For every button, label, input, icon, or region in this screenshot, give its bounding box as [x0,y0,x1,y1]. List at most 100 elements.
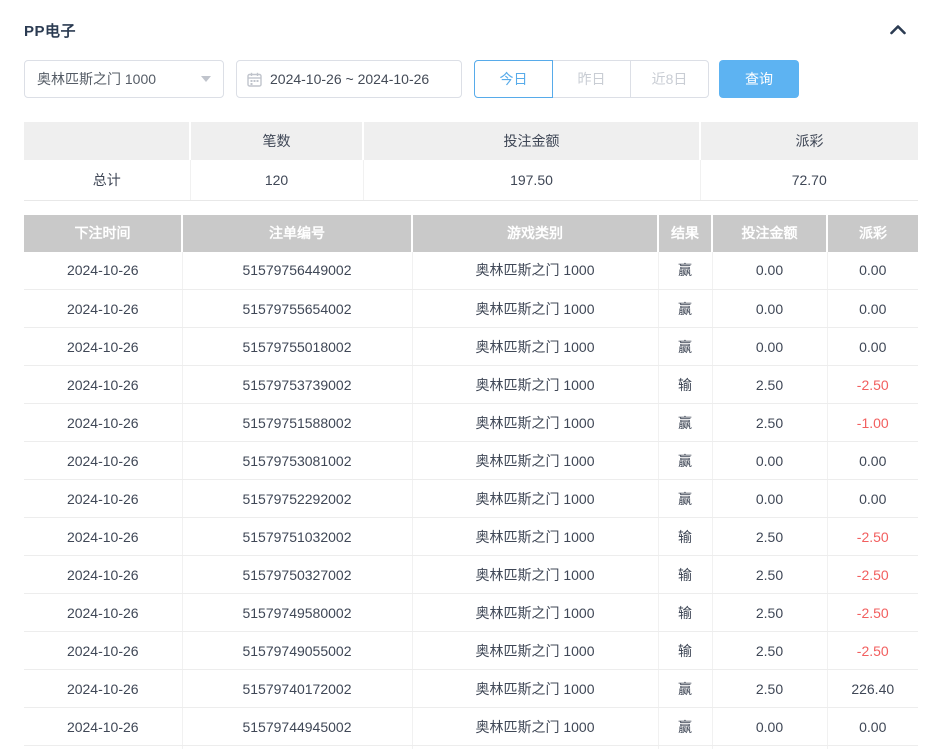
summary-header-blank [24,122,190,160]
table-cell: 奥林匹斯之门 1000 [411,403,658,442]
table-row: 2024-10-26 51579751588002 奥林匹斯之门 1000 赢 2.50… [24,403,918,442]
table-cell: 奥林匹斯之门 1000 [411,251,658,290]
table-cell: 0.00 [711,479,827,518]
summary-header-bet-amount: 投注金额 [362,122,700,160]
table-cell: 2024-10-26 [24,631,182,670]
table-cell: 226.40 [826,669,918,708]
collapse-button[interactable] [886,21,910,40]
table-cell: 2024-10-26 [24,669,182,708]
table-cell: 0.00 [711,251,827,290]
table-cell: 奥林匹斯之门 1000 [411,555,658,594]
summary-total-payout: 72.70 [699,160,918,201]
table-cell [181,745,412,749]
summary-total-label: 总计 [24,160,190,201]
table-row: 2024-10-26 51579756449002 奥林匹斯之门 1000 赢 0.00… [24,251,918,290]
panel-header: PP电子 [24,18,918,42]
records-header-game-category: 游戏类别 [411,214,658,252]
table-cell [657,745,712,749]
table-cell: 0.00 [826,327,918,366]
records-header-bet-amount: 投注金额 [711,214,827,252]
table-cell: 0.00 [826,441,918,480]
table-cell: 输 [657,517,712,556]
table-cell: 2024-10-26 [24,441,182,480]
table-cell: 2024-10-26 [24,593,182,632]
records-header-bet-time: 下注时间 [24,214,182,252]
table-cell: 2.50 [711,593,827,632]
table-cell: 奥林匹斯之门 1000 [411,669,658,708]
table-cell: 51579753739002 [181,365,412,404]
table-cell: 0.00 [826,289,918,328]
query-button[interactable]: 查询 [719,60,799,98]
table-cell: 51579756449002 [181,251,412,290]
table-cell: 51579753081002 [181,441,412,480]
caret-down-icon [201,76,211,82]
table-cell: 奥林匹斯之门 1000 [411,289,658,328]
summary-header-row: 笔数 投注金额 派彩 [24,122,918,160]
table-cell: 输 [657,593,712,632]
date-range-input[interactable]: 2024-10-26 ~ 2024-10-26 [236,60,462,98]
table-cell: 输 [657,631,712,670]
table-cell: 奥林匹斯之门 1000 [411,707,658,746]
table-cell: 赢 [657,441,712,480]
table-cell: 赢 [657,669,712,708]
table-cell: 2024-10-26 [24,707,182,746]
table-cell: 0.00 [826,707,918,746]
game-select[interactable]: 奥林匹斯之门 1000 [24,60,224,98]
records-header-result: 结果 [657,214,712,252]
table-cell: 奥林匹斯之门 1000 [411,479,658,518]
records-header-row: 下注时间 注单编号 游戏类别 结果 投注金额 派彩 [24,214,918,252]
today-button[interactable]: 今日 [474,60,553,98]
table-cell: 2024-10-26 [24,403,182,442]
table-cell: 赢 [657,707,712,746]
table-cell: 0.00 [711,327,827,366]
table-cell: 奥林匹斯之门 1000 [411,327,658,366]
table-row: 2024-10-26 51579749580002 奥林匹斯之门 1000 输 2.50… [24,593,918,632]
game-select-value: 奥林匹斯之门 1000 [37,71,157,87]
table-cell [411,745,658,749]
table-cell: 输 [657,365,712,404]
summary-total-count: 120 [189,160,363,201]
table-cell: 2.50 [711,365,827,404]
chevron-up-icon [890,23,906,38]
summary-table: 笔数 投注金额 派彩 总计 120 197.50 72.70 [24,122,918,201]
table-cell: 奥林匹斯之门 1000 [411,365,658,404]
summary-total-bet-amount: 197.50 [362,160,700,201]
table-cell: 51579749580002 [181,593,412,632]
table-cell: 奥林匹斯之门 1000 [411,517,658,556]
table-cell: 2.50 [711,555,827,594]
records-header-bet-id: 注单编号 [181,214,412,252]
table-cell: 2.50 [711,631,827,670]
table-cell: 2024-10-26 [24,517,182,556]
table-cell: 2024-10-26 [24,365,182,404]
table-row: 2024-10-26 51579740172002 奥林匹斯之门 1000 赢 2.50… [24,669,918,708]
table-row: 2024-10-26 51579751032002 奥林匹斯之门 1000 输 2.50… [24,517,918,556]
summary-header-payout: 派彩 [699,122,918,160]
yesterday-button[interactable]: 昨日 [552,60,631,98]
table-row: 2024-10-26 51579755654002 奥林匹斯之门 1000 赢 0.00… [24,289,918,328]
table-cell: -1.00 [826,403,918,442]
quick-date-button-group: 今日 昨日 近8日 [474,60,709,98]
table-cell: -2.50 [826,631,918,670]
table-cell: 奥林匹斯之门 1000 [411,631,658,670]
calendar-icon [247,72,262,87]
table-cell: 0.00 [826,251,918,290]
table-cell: 51579751032002 [181,517,412,556]
table-row: 2024-10-26 51579752292002 奥林匹斯之门 1000 赢 0.00… [24,479,918,518]
table-row: 2024-10-26 51579753081002 奥林匹斯之门 1000 赢 0.00… [24,441,918,480]
table-cell: 51579740172002 [181,669,412,708]
table-cell: 0.00 [711,707,827,746]
table-cell: 奥林匹斯之门 1000 [411,593,658,632]
table-cell: 赢 [657,479,712,518]
table-cell: 0.00 [826,479,918,518]
table-cell: 奥林匹斯之门 1000 [411,441,658,480]
last-8-days-button[interactable]: 近8日 [630,60,709,98]
table-cell: 2024-10-26 [24,251,182,290]
table-cell: 赢 [657,251,712,290]
pp-electronic-panel: PP电子 奥林匹斯之门 1000 2024-10-26 ~ 2024-10-26… [0,0,928,749]
table-cell: 51579755018002 [181,327,412,366]
table-row: 2024-10-26 51579744945002 奥林匹斯之门 1000 赢 0.00… [24,707,918,746]
records-table: 下注时间 注单编号 游戏类别 结果 投注金额 派彩 2024-10-26 5157… [24,214,918,749]
table-cell: 赢 [657,327,712,366]
panel-title: PP电子 [24,22,77,40]
filter-bar: 奥林匹斯之门 1000 2024-10-26 ~ 2024-10-26 今日 昨… [24,60,918,98]
